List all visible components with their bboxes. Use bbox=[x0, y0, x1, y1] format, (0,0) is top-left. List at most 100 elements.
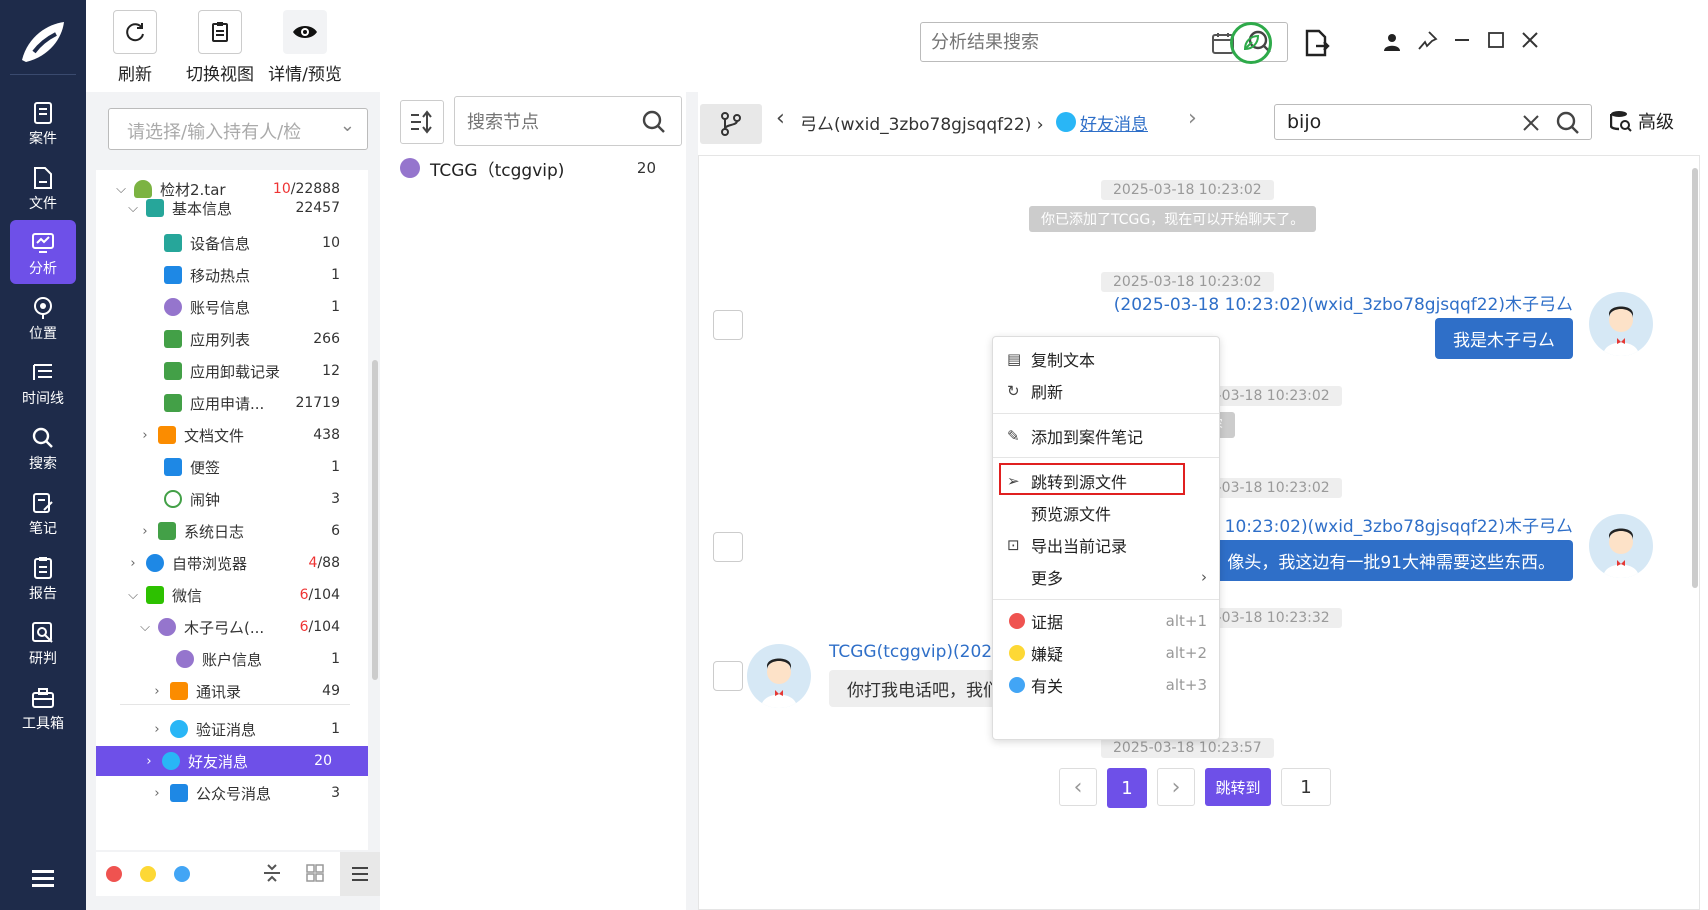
node-search-input[interactable] bbox=[467, 109, 627, 135]
advanced-search-button[interactable]: 高级 bbox=[1610, 108, 1674, 134]
leaf-status-icon[interactable] bbox=[1230, 22, 1272, 64]
tree-row[interactable]: 设备信息 10 bbox=[96, 228, 368, 258]
maximize-icon[interactable] bbox=[1486, 30, 1506, 50]
tree-row[interactable]: 应用卸载记录 12 bbox=[96, 356, 368, 386]
breadcrumb-current[interactable]: 好友消息 bbox=[1080, 110, 1148, 135]
minimize-icon[interactable] bbox=[1452, 30, 1472, 50]
tree-row[interactable]: ⌵ 基本信息 22457 bbox=[96, 198, 368, 218]
prev-page-button[interactable]: ‹ bbox=[1059, 768, 1097, 806]
sort-button[interactable] bbox=[400, 100, 444, 144]
list-view-icon[interactable] bbox=[340, 852, 380, 896]
analysis-search-input[interactable] bbox=[931, 29, 1191, 55]
rail-item-judge[interactable]: 研判 bbox=[10, 610, 76, 674]
search-icon bbox=[32, 427, 53, 448]
tree-row[interactable]: ⌵ 微信 6/104 bbox=[96, 580, 368, 610]
chevron-right-icon[interactable]: › bbox=[142, 754, 156, 769]
rail-item-location[interactable]: 位置 bbox=[10, 285, 76, 349]
jump-page-input[interactable]: 1 bbox=[1281, 768, 1331, 806]
tree-row[interactable]: › 文档文件 438 bbox=[96, 420, 368, 450]
export-file-icon[interactable] bbox=[1304, 28, 1330, 58]
menu-item-copy-text[interactable]: ▤ 复制文本 bbox=[993, 343, 1219, 375]
menu-item-export[interactable]: ⊡ 导出当前记录 bbox=[993, 529, 1219, 561]
tree-scrollbar[interactable] bbox=[372, 360, 378, 680]
chat-scrollbar[interactable] bbox=[1692, 168, 1698, 588]
chevron-right-icon: › bbox=[1201, 568, 1207, 586]
jump-to-button[interactable]: 跳转到 bbox=[1205, 768, 1271, 806]
menu-item-suspect[interactable]: 嫌疑 alt+2 bbox=[993, 637, 1219, 669]
close-icon[interactable] bbox=[1520, 30, 1540, 50]
chevron-right-icon[interactable]: › bbox=[138, 428, 152, 443]
chevron-right-icon[interactable]: › bbox=[150, 786, 164, 801]
tree-row[interactable]: 闹钟 3 bbox=[96, 484, 368, 514]
chevron-right-icon[interactable]: › bbox=[126, 556, 140, 571]
tree-row[interactable]: › 验证消息 1 bbox=[96, 714, 368, 744]
rail-item-note[interactable]: 笔记 bbox=[10, 480, 76, 544]
message-bubble[interactable]: 我是木子弓厶 bbox=[1435, 318, 1573, 359]
tree-row[interactable]: 应用列表 266 bbox=[96, 324, 368, 354]
message-checkbox[interactable] bbox=[713, 310, 743, 340]
tree-row[interactable]: › 系统日志 6 bbox=[96, 516, 368, 546]
contact-row[interactable]: TCGG（tcggvip) 20 bbox=[400, 152, 680, 184]
search-icon[interactable] bbox=[641, 109, 667, 135]
hamburger-menu-icon[interactable] bbox=[32, 870, 54, 888]
tree-row[interactable]: › 公众号消息 3 bbox=[96, 778, 368, 808]
rail-item-search[interactable]: 搜索 bbox=[10, 415, 76, 479]
related-filter-dot[interactable] bbox=[174, 866, 190, 882]
rail-item-file[interactable]: 文件 bbox=[10, 155, 76, 219]
tree-row[interactable]: 便签 1 bbox=[96, 452, 368, 482]
pin-icon[interactable] bbox=[1416, 30, 1438, 52]
grid-view-icon[interactable] bbox=[306, 864, 324, 882]
tree-row-selected[interactable]: › 好友消息 20 bbox=[96, 746, 368, 776]
rail-item-report[interactable]: 报告 bbox=[10, 545, 76, 609]
menu-item-preview-source[interactable]: 预览源文件 bbox=[993, 497, 1219, 529]
tree-row[interactable]: › 自带浏览器 4/88 bbox=[96, 548, 368, 578]
chat-search-box[interactable] bbox=[1274, 104, 1592, 140]
chevron-down-icon[interactable]: ⌵ bbox=[138, 620, 152, 635]
menu-item-refresh[interactable]: ↻ 刷新 bbox=[993, 375, 1219, 407]
suspect-filter-dot[interactable] bbox=[140, 866, 156, 882]
tree-row[interactable]: › 通讯录 49 bbox=[96, 676, 368, 706]
breadcrumb-path[interactable]: 弓厶(wxid_3zbo78gjsqqf22) › bbox=[800, 110, 1044, 135]
node-search-box[interactable] bbox=[454, 96, 682, 146]
menu-item-evidence[interactable]: 证据 alt+1 bbox=[993, 605, 1219, 637]
rail-item-case[interactable]: 案件 bbox=[10, 90, 76, 154]
tree-row[interactable]: 账户信息 1 bbox=[96, 644, 368, 674]
chevron-down-icon[interactable]: ⌵ bbox=[126, 201, 140, 216]
user-icon[interactable] bbox=[1382, 32, 1402, 52]
menu-item-add-note[interactable]: ✎ 添加到案件笔记 bbox=[993, 420, 1219, 452]
collapse-icon[interactable] bbox=[262, 862, 282, 884]
tree-row[interactable]: 账号信息 1 bbox=[96, 292, 368, 322]
chevron-right-icon[interactable]: › bbox=[138, 524, 152, 539]
menu-item-more[interactable]: 更多 › bbox=[993, 561, 1219, 593]
rail-item-toolbox[interactable]: 工具箱 bbox=[10, 675, 76, 739]
owner-select[interactable]: 请选择/输入持有人/检 ⌄ bbox=[108, 108, 368, 150]
chevron-right-icon[interactable]: › bbox=[150, 722, 164, 737]
rail-item-analysis[interactable]: 分析 bbox=[10, 220, 76, 284]
rail-item-timeline[interactable]: 时间线 bbox=[10, 350, 76, 414]
tree-row[interactable]: 移动热点 1 bbox=[96, 260, 368, 290]
tree-row[interactable]: ⌵ 木子弓厶(... 6/104 bbox=[96, 612, 368, 642]
page-1-button[interactable]: 1 bbox=[1107, 768, 1147, 808]
message-bubble[interactable]: 像头，我这边有一批91大神需要这些东西。 bbox=[1209, 540, 1573, 581]
refresh-button[interactable]: 刷新 bbox=[112, 10, 158, 85]
chevron-right-icon[interactable]: › bbox=[150, 684, 164, 699]
detail-preview-button[interactable]: 详情/预览 bbox=[256, 10, 354, 85]
message-checkbox[interactable] bbox=[713, 661, 743, 691]
chat-search-input[interactable] bbox=[1287, 110, 1507, 134]
breadcrumb-forward-icon[interactable]: › bbox=[1188, 106, 1197, 131]
search-icon[interactable] bbox=[1555, 110, 1581, 136]
clock-icon bbox=[164, 490, 182, 508]
evidence-filter-dot[interactable] bbox=[106, 866, 122, 882]
clear-icon[interactable] bbox=[1521, 113, 1541, 133]
switch-view-button[interactable]: 切换视图 bbox=[178, 10, 262, 85]
breadcrumb-back-icon[interactable]: ‹ bbox=[776, 106, 785, 131]
android-icon bbox=[134, 180, 152, 198]
next-page-button[interactable]: › bbox=[1157, 768, 1195, 806]
message-checkbox[interactable] bbox=[713, 532, 743, 562]
branch-button[interactable] bbox=[700, 104, 762, 144]
rail-label: 搜索 bbox=[29, 456, 57, 472]
menu-item-related[interactable]: 有关 alt+3 bbox=[993, 669, 1219, 701]
chevron-down-icon[interactable]: ⌵ bbox=[126, 588, 140, 603]
tree-row[interactable]: 应用申请... 21719 bbox=[96, 388, 368, 418]
chevron-down-icon[interactable]: ⌵ bbox=[114, 182, 128, 197]
